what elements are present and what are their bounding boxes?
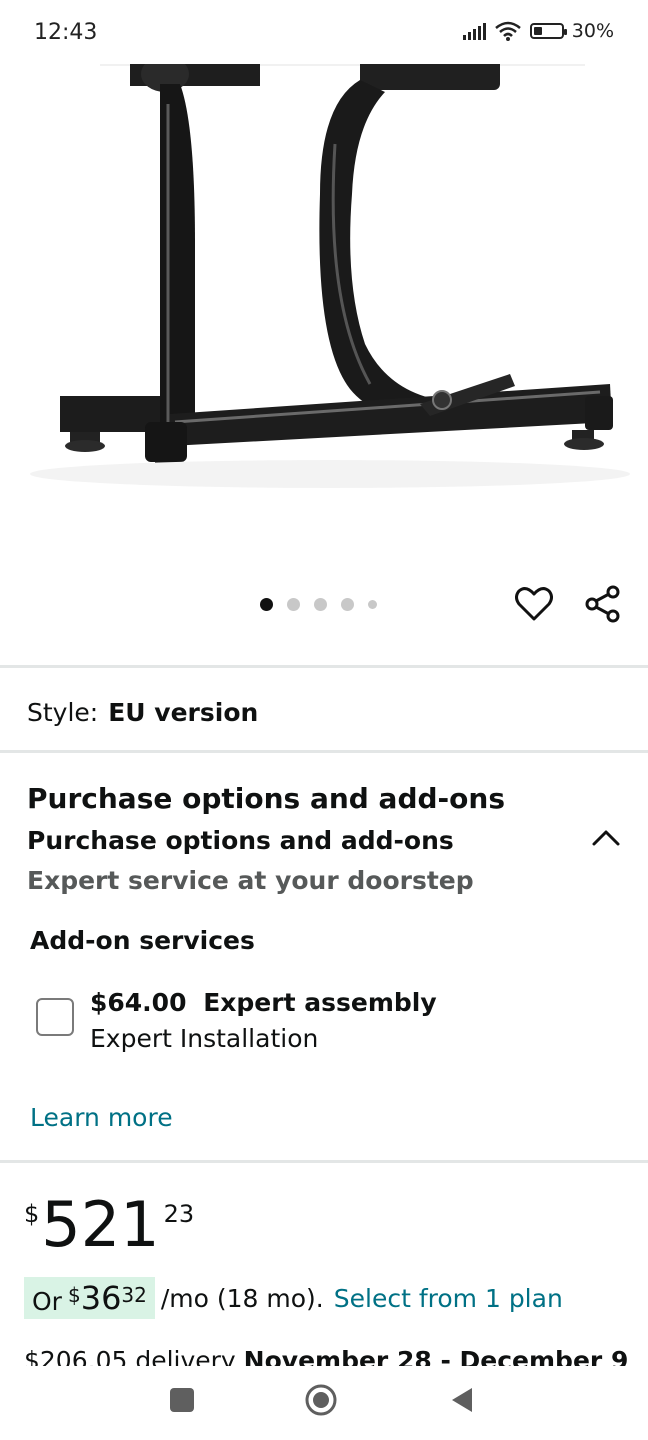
carousel-dot[interactable]	[314, 598, 327, 611]
price-currency: $	[24, 1200, 40, 1228]
product-image[interactable]	[0, 44, 648, 564]
addon-services-heading: Add-on services	[30, 926, 255, 955]
style-value: EU version	[108, 698, 259, 727]
style-selector[interactable]: Style: EU version	[27, 698, 258, 727]
system-nav-bar	[0, 1366, 648, 1440]
carousel-dot[interactable]	[368, 600, 377, 609]
monthly-whole: 36	[80, 1279, 122, 1317]
wishlist-button[interactable]	[514, 584, 554, 624]
status-icons: 30%	[462, 20, 614, 42]
battery-percent: 30%	[571, 20, 614, 42]
purchase-options-subtitle[interactable]: Purchase options and add-ons	[27, 826, 454, 855]
status-time: 12:43	[34, 20, 98, 45]
addon-detail: Expert Installation	[90, 1024, 319, 1053]
monthly-term: /mo (18 mo).	[160, 1283, 324, 1313]
recent-apps-button[interactable]	[170, 1388, 194, 1412]
monthly-price-badge: Or $ 36 32	[24, 1277, 155, 1319]
share-button[interactable]	[583, 584, 623, 624]
monthly-or: Or	[32, 1287, 62, 1316]
expert-assembly-checkbox[interactable]	[36, 998, 74, 1036]
divider	[0, 750, 648, 753]
addon-price: $64.00	[90, 988, 187, 1017]
carousel-dot[interactable]	[260, 598, 273, 611]
purchase-options-description: Expert service at your doorstep	[27, 866, 474, 895]
carousel-dot[interactable]	[341, 598, 354, 611]
divider	[0, 665, 648, 668]
heart-icon	[515, 587, 553, 621]
chevron-up-icon[interactable]	[590, 822, 622, 852]
purchase-options-title: Purchase options and add-ons	[27, 782, 505, 815]
monthly-currency: $	[67, 1283, 81, 1307]
carousel-dot[interactable]	[287, 598, 300, 611]
wifi-icon	[494, 21, 521, 41]
monthly-payment-row: Or $ 36 32 /mo (18 mo). Select from 1 pl…	[24, 1277, 563, 1319]
signal-icon	[462, 22, 486, 40]
product-price: $ 521 23	[24, 1190, 194, 1260]
price-whole: 521	[41, 1188, 160, 1261]
divider	[0, 1160, 648, 1163]
back-button[interactable]	[450, 1386, 474, 1414]
select-plan-link[interactable]: Select from 1 plan	[334, 1284, 563, 1313]
learn-more-link[interactable]: Learn more	[30, 1103, 173, 1132]
price-fraction: 23	[163, 1200, 195, 1228]
addon-option[interactable]: $64.00 Expert assembly	[90, 988, 437, 1017]
dumbbell-stand-image	[30, 44, 630, 488]
style-label: Style:	[27, 698, 99, 727]
status-bar: 12:43 30%	[0, 0, 648, 64]
carousel-dots	[260, 598, 377, 611]
share-icon	[585, 585, 620, 623]
battery-icon	[529, 23, 567, 39]
home-button[interactable]	[304, 1383, 338, 1417]
monthly-fraction: 32	[121, 1283, 147, 1307]
addon-name: Expert assembly	[203, 988, 437, 1017]
